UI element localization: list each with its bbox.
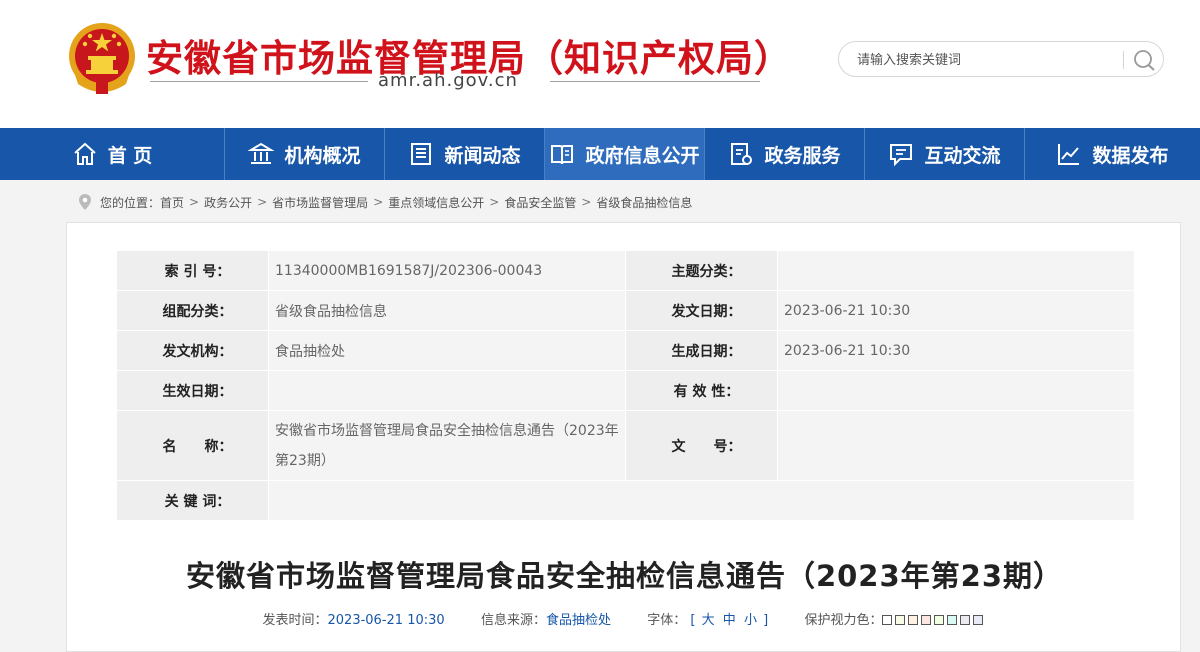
issuing-org-value: 食品抽检处 <box>269 331 626 371</box>
font-size-large-button[interactable]: 大 <box>702 613 715 628</box>
search-icon[interactable] <box>1131 48 1157 72</box>
generation-date-label: 生成日期： <box>626 331 778 371</box>
font-size-small-button[interactable]: 小 <box>744 613 757 628</box>
keywords-label: 关 键 词： <box>117 481 269 521</box>
publish-time-value: 2023-06-21 10:30 <box>327 613 445 628</box>
national-emblem-icon <box>69 23 135 94</box>
breadcrumb-item[interactable]: 首页 <box>160 194 184 211</box>
nav-item-label: 政务服务 <box>764 144 841 167</box>
article-meta: 发表时间：2023-06-21 10:30 信息来源：食品抽检处 字体： [ 大… <box>67 609 1182 628</box>
eye-protection-label: 保护视力色： <box>804 613 883 628</box>
nav-item-home[interactable]: 首 页 <box>0 128 225 180</box>
nav-item-label: 首 页 <box>107 144 153 167</box>
site-domain-row: amr.ah.gov.cn <box>150 70 760 91</box>
home-icon <box>74 142 96 165</box>
breadcrumb-item[interactable]: 省市场监督管理局 <box>272 194 368 211</box>
nav-item-label: 机构概况 <box>284 144 361 167</box>
location-pin-icon <box>79 194 91 210</box>
nav-item-services[interactable]: 政务服务 <box>705 128 865 180</box>
breadcrumb: 您的位置： 首页 > 政务公开 > 省市场监督管理局 > 重点领域信息公开 > … <box>78 192 692 212</box>
index-number-label: 索 引 号： <box>117 251 269 291</box>
search-box <box>838 41 1164 77</box>
eye-color-swatch[interactable] <box>947 615 958 625</box>
document-name-label: 名 称： <box>117 411 269 481</box>
font-size-medium-button[interactable]: 中 <box>723 613 736 628</box>
nav-item-organization[interactable]: 机构概况 <box>225 128 385 180</box>
eye-color-swatch[interactable] <box>960 615 971 625</box>
topic-category-value <box>778 251 1135 291</box>
site-domain: amr.ah.gov.cn <box>378 70 518 91</box>
chart-line-icon <box>1058 144 1080 165</box>
keywords-value <box>269 481 1135 521</box>
font-size-bracket-open: [ <box>690 613 696 628</box>
nav-item-label: 政府信息公开 <box>585 144 700 167</box>
font-size-bracket-close: ] <box>763 613 769 628</box>
breadcrumb-separator: > <box>373 195 384 209</box>
breadcrumb-separator: > <box>581 195 592 209</box>
source-label: 信息来源： <box>480 613 546 628</box>
newspaper-icon <box>411 143 432 165</box>
article-title: 安徽省市场监督管理局食品安全抽检信息通告（2023年第23期） <box>185 559 1064 593</box>
eye-color-swatch[interactable] <box>895 615 906 625</box>
document-name-value: 安徽省市场监督管理局食品安全抽检信息通告（2023年第23期） <box>269 411 626 481</box>
document-number-label: 文 号： <box>626 411 778 481</box>
validity-label: 有 效 性： <box>626 371 778 411</box>
table-row: 组配分类： 省级食品抽检信息 发文日期： 2023-06-21 10:30 <box>117 291 1135 331</box>
issue-date-value: 2023-06-21 10:30 <box>778 291 1135 331</box>
search-input[interactable] <box>857 50 1117 70</box>
eye-color-swatch[interactable] <box>908 615 919 625</box>
site-header: 安徽省市场监督管理局（知识产权局） amr.ah.gov.cn <box>0 0 1200 128</box>
breadcrumb-item[interactable]: 省级食品抽检信息 <box>596 194 692 211</box>
content-panel: 索 引 号： 11340000MB1691587J/202306-00043 主… <box>66 222 1181 652</box>
breadcrumb-item[interactable]: 食品安全监管 <box>504 194 576 211</box>
building-icon <box>248 142 275 164</box>
nav-item-label: 数据发布 <box>1092 144 1169 167</box>
document-number-value <box>778 411 1135 481</box>
breadcrumb-separator: > <box>189 195 200 209</box>
chat-icon <box>890 144 913 167</box>
index-number-value: 11340000MB1691587J/202306-00043 <box>269 251 626 291</box>
issue-date-label: 发文日期： <box>626 291 778 331</box>
breadcrumb-separator: > <box>489 195 500 209</box>
effective-date-label: 生效日期： <box>117 371 269 411</box>
table-row: 关 键 词： <box>117 481 1135 521</box>
group-category-label: 组配分类： <box>117 291 269 331</box>
eye-color-swatch[interactable] <box>882 615 893 625</box>
nav-item-label: 互动交流 <box>924 144 1001 167</box>
topic-category-label: 主题分类： <box>626 251 778 291</box>
document-info-table: 索 引 号： 11340000MB1691587J/202306-00043 主… <box>117 251 1135 521</box>
table-row: 生效日期： 有 效 性： <box>117 371 1135 411</box>
nav-item-interaction[interactable]: 互动交流 <box>865 128 1025 180</box>
eye-color-swatch[interactable] <box>934 615 945 625</box>
nav-item-gov-info[interactable]: 政府信息公开 <box>545 128 705 180</box>
open-book-icon <box>551 145 574 165</box>
validity-value <box>778 371 1135 411</box>
breadcrumb-item[interactable]: 政务公开 <box>204 194 252 211</box>
generation-date-value: 2023-06-21 10:30 <box>778 331 1135 371</box>
eye-color-swatch[interactable] <box>973 615 984 625</box>
search-divider <box>1123 51 1124 69</box>
breadcrumb-prefix: 您的位置： <box>100 195 161 210</box>
font-size-label: 字体： <box>647 613 687 628</box>
service-doc-icon <box>731 143 753 165</box>
table-row: 索 引 号： 11340000MB1691587J/202306-00043 主… <box>117 251 1135 291</box>
table-row: 名 称： 安徽省市场监督管理局食品安全抽检信息通告（2023年第23期） 文 号… <box>117 411 1135 481</box>
nav-item-label: 新闻动态 <box>444 144 521 167</box>
source-value[interactable]: 食品抽检处 <box>546 613 611 628</box>
breadcrumb-item[interactable]: 重点领域信息公开 <box>388 194 484 211</box>
eye-protection-swatches <box>882 613 986 628</box>
domain-divider-right <box>550 81 760 82</box>
main-nav: 首 页 机构概况 新闻动态 政府信息公开 政务服务 互动交流 数据发布 <box>0 128 1200 180</box>
nav-item-news[interactable]: 新闻动态 <box>385 128 545 180</box>
eye-color-swatch[interactable] <box>921 615 932 625</box>
group-category-value: 省级食品抽检信息 <box>269 291 626 331</box>
publish-time-label: 发表时间： <box>262 613 328 628</box>
effective-date-value <box>269 371 626 411</box>
issuing-org-label: 发文机构： <box>117 331 269 371</box>
domain-divider-left <box>150 81 368 82</box>
nav-item-data[interactable]: 数据发布 <box>1025 128 1200 180</box>
breadcrumb-separator: > <box>257 195 268 209</box>
table-row: 发文机构： 食品抽检处 生成日期： 2023-06-21 10:30 <box>117 331 1135 371</box>
